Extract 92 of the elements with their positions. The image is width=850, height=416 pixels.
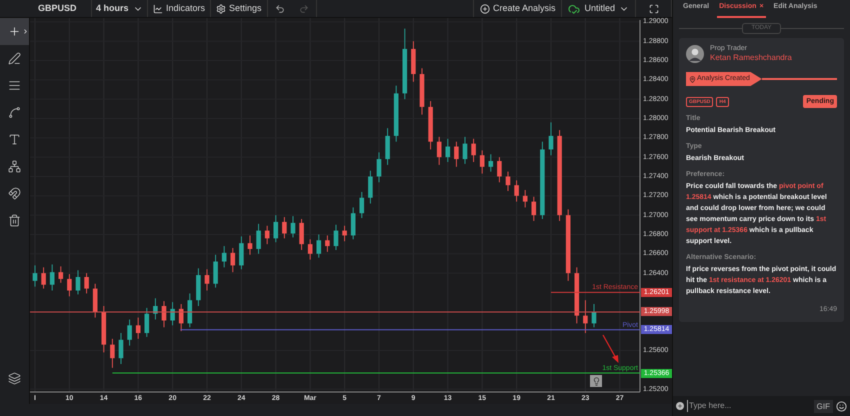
- redo-icon: [298, 4, 309, 14]
- indicators-button[interactable]: Indicators: [148, 0, 212, 17]
- chevron-right-icon: [22, 28, 29, 35]
- plus-circle-icon: [480, 4, 490, 14]
- line-chart-icon: [153, 4, 163, 14]
- candlestick: [497, 156, 502, 183]
- candlestick: [488, 154, 494, 172]
- candlestick: [299, 218, 304, 250]
- candlestick: [342, 225, 347, 242]
- candlestick: [239, 236, 244, 270]
- candlestick: [187, 292, 192, 328]
- lightbulb-icon: [592, 376, 600, 386]
- lightbulb-button[interactable]: [590, 375, 602, 387]
- candlestick: [531, 196, 536, 222]
- candlestick: [248, 234, 252, 256]
- emoji-icon[interactable]: [836, 400, 847, 412]
- fullscreen-icon: [648, 4, 658, 14]
- candlestick: [273, 214, 278, 243]
- candlestick: [41, 266, 46, 290]
- candlestick: [204, 268, 210, 291]
- horizontal-lines-icon: [8, 79, 21, 92]
- candlestick: [308, 238, 312, 260]
- candlestick: [376, 152, 382, 183]
- candlestick: [136, 317, 140, 340]
- candlestick: [144, 307, 150, 338]
- pen-icon: [8, 52, 21, 65]
- candlestick: [264, 225, 270, 245]
- message-composer[interactable]: Type here... GIF: [673, 396, 850, 416]
- candlestick: [583, 300, 588, 334]
- candlestick: [92, 283, 98, 318]
- candlestick: [282, 216, 287, 239]
- drawing-tool-button[interactable]: [0, 18, 29, 45]
- settings-icon: [216, 4, 226, 14]
- layers-icon: [8, 372, 21, 385]
- candlestick: [368, 170, 373, 204]
- candlestick: [514, 180, 519, 202]
- candlestick: [290, 216, 296, 238]
- candlestick: [50, 264, 54, 291]
- candlestick: [548, 122, 554, 156]
- candlestick: [230, 248, 236, 273]
- symbol-label[interactable]: GBPUSD: [30, 0, 92, 17]
- author-name[interactable]: Ketan Rameshchandra: [710, 53, 792, 63]
- candlestick: [454, 141, 459, 168]
- level-line[interactable]: [112, 372, 640, 374]
- candlestick: [445, 138, 450, 162]
- candlestick: [436, 136, 442, 166]
- candlestick: [480, 150, 484, 174]
- undo-icon: [274, 4, 285, 14]
- candlestick: [76, 270, 80, 295]
- candlestick: [462, 136, 468, 164]
- candlestick: [110, 338, 115, 368]
- candlestick: [84, 272, 89, 294]
- interval-dropdown[interactable]: 4 hours: [92, 0, 148, 17]
- candlestick: [178, 304, 184, 332]
- candlestick: [592, 304, 596, 328]
- candlestick: [316, 234, 322, 258]
- layout-dropdown[interactable]: Untitled: [562, 0, 636, 17]
- candlestick: [522, 190, 528, 208]
- arrow-drawing: [601, 334, 621, 364]
- candlestick: [350, 206, 356, 240]
- pattern-icon: [8, 160, 21, 173]
- candlestick: [127, 319, 132, 346]
- create-analysis-button[interactable]: Create Analysis: [472, 0, 562, 17]
- candlestick: [471, 138, 476, 162]
- plus-icon: [677, 403, 683, 409]
- avatar-icon: [686, 44, 704, 62]
- candlestick: [506, 171, 510, 192]
- message-input[interactable]: Type here...: [687, 400, 811, 412]
- candlestick: [162, 300, 166, 328]
- level-line[interactable]: [30, 311, 640, 312]
- pin-icon: [689, 76, 696, 82]
- trash-icon: [8, 214, 21, 227]
- candlestick: [118, 332, 124, 364]
- candlestick: [213, 254, 218, 288]
- candlestick: [222, 246, 226, 268]
- level-line[interactable]: [550, 292, 640, 293]
- candlestick: [256, 223, 261, 254]
- candlestick: [385, 128, 390, 166]
- add-attachment-button[interactable]: [676, 402, 684, 410]
- candlestick: [325, 234, 330, 252]
- candlestick: [334, 224, 338, 250]
- candlestick: [359, 192, 364, 218]
- text-icon: [8, 133, 21, 146]
- crosshair-icon: [8, 25, 21, 38]
- candlestick: [67, 274, 72, 297]
- curve-icon: [8, 106, 21, 119]
- cloud-check-icon: [568, 2, 580, 14]
- candlestick: [58, 266, 64, 284]
- candlestick: [32, 264, 38, 288]
- magnet-icon: [8, 187, 21, 200]
- gif-button[interactable]: GIF: [814, 400, 833, 412]
- settings-button[interactable]: Settings: [211, 0, 268, 17]
